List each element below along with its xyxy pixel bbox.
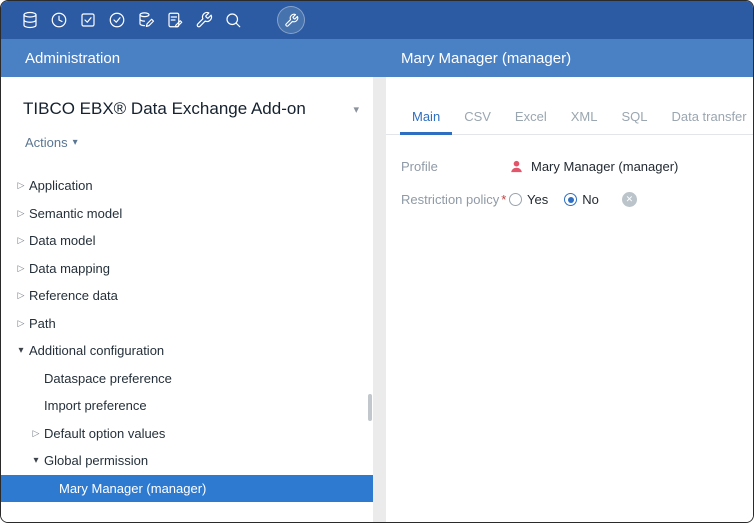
tree-item-path[interactable]: ▷Path (1, 310, 373, 338)
history-icon[interactable] (50, 11, 68, 29)
required-marker: * (501, 192, 506, 207)
main-panel: MainCSVExcelXMLSQLData transfer Profile … (386, 77, 753, 522)
profile-value: Mary Manager (manager) (531, 159, 678, 174)
content-area: TIBCO EBX® Data Exchange Add-on Actions … (1, 77, 753, 522)
tree-item-dataspace-preference[interactable]: Dataspace preference (1, 365, 373, 393)
chevron-collapsed-icon[interactable]: ▷ (13, 235, 29, 246)
radio-label: Yes (527, 192, 548, 207)
tree-item-label: Reference data (29, 288, 118, 303)
check-circle-icon[interactable] (108, 11, 126, 29)
profile-row: Profile Mary Manager (manager) (401, 159, 753, 174)
tab-excel[interactable]: Excel (503, 101, 559, 134)
nav-tree: ▷Application▷Semantic model▷Data model▷D… (1, 172, 373, 502)
tree-item-data-mapping[interactable]: ▷Data mapping (1, 255, 373, 283)
tree-item-label: Data model (29, 233, 95, 248)
radio-label: No (582, 192, 599, 207)
header-bar: Administration Mary Manager (manager) (1, 39, 753, 77)
tree-item-reference-data[interactable]: ▷Reference data (1, 282, 373, 310)
wrench-icon (284, 13, 299, 28)
profile-value-group: Mary Manager (manager) (509, 159, 678, 174)
restriction-options: Yes No (509, 192, 599, 207)
record-form: Profile Mary Manager (manager) Restricti… (386, 135, 753, 207)
tree-item-application[interactable]: ▷Application (1, 172, 373, 200)
profile-icon (509, 159, 524, 174)
search-icon[interactable] (224, 11, 242, 29)
chevron-expanded-icon[interactable]: ▾ (28, 455, 44, 466)
chevron-collapsed-icon[interactable]: ▷ (13, 318, 29, 329)
module-title: TIBCO EBX® Data Exchange Add-on (23, 99, 306, 119)
chevron-collapsed-icon[interactable]: ▷ (13, 208, 29, 219)
module-selector[interactable]: TIBCO EBX® Data Exchange Add-on (1, 77, 373, 119)
radio-circle-icon (564, 193, 577, 206)
chevron-collapsed-icon[interactable]: ▷ (13, 290, 29, 301)
restriction-policy-label: Restriction policy* (401, 192, 509, 207)
tree-item-data-model[interactable]: ▷Data model (1, 227, 373, 255)
tab-sql[interactable]: SQL (609, 101, 659, 134)
sidebar-scrollbar[interactable] (368, 394, 372, 421)
tree-item-label: Mary Manager (manager) (59, 481, 206, 496)
tree-item-semantic-model[interactable]: ▷Semantic model (1, 200, 373, 228)
radio-circle-icon (509, 193, 522, 206)
restriction-policy-value: Yes No (509, 192, 637, 207)
top-toolbar (1, 1, 753, 39)
chevron-expanded-icon[interactable]: ▾ (13, 345, 29, 356)
restriction-policy-label-text: Restriction policy (401, 192, 499, 207)
tab-bar: MainCSVExcelXMLSQLData transfer (386, 101, 753, 135)
chevron-collapsed-icon[interactable]: ▷ (13, 180, 29, 191)
chevron-collapsed-icon[interactable]: ▷ (28, 428, 44, 439)
tree-item-label: Application (29, 178, 93, 193)
tab-main[interactable]: Main (400, 101, 452, 135)
tree-item-label: Data mapping (29, 261, 110, 276)
radio-no[interactable]: No (564, 192, 599, 207)
tree-item-label: Semantic model (29, 206, 122, 221)
tree-item-label: Default option values (44, 426, 165, 441)
checkbox-icon[interactable] (79, 11, 97, 29)
tree-item-label: Dataspace preference (44, 371, 172, 386)
tree-item-label: Global permission (44, 453, 148, 468)
active-tool-button[interactable] (277, 6, 305, 34)
chevron-collapsed-icon[interactable]: ▷ (13, 263, 29, 274)
tab-csv[interactable]: CSV (452, 101, 503, 134)
tree-item-import-preference[interactable]: Import preference (1, 392, 373, 420)
actions-label: Actions (25, 135, 68, 150)
actions-menu-button[interactable]: Actions (25, 135, 78, 150)
tab-data-transfer[interactable]: Data transfer (659, 101, 754, 134)
tree-item-mary-manager-manager[interactable]: Mary Manager (manager) (1, 475, 373, 503)
chevron-down-icon (73, 137, 78, 148)
chevron-down-icon[interactable] (353, 103, 359, 116)
tree-item-global-permission[interactable]: ▾Global permission (1, 447, 373, 475)
tree-item-default-option-values[interactable]: ▷Default option values (1, 420, 373, 448)
page-title: Administration (1, 39, 373, 77)
tree-item-additional-configuration[interactable]: ▾Additional configuration (1, 337, 373, 365)
app-window: Administration Mary Manager (manager) TI… (0, 0, 754, 523)
record-title: Mary Manager (manager) (386, 39, 753, 77)
radio-yes[interactable]: Yes (509, 192, 548, 207)
tree-item-label: Path (29, 316, 56, 331)
database-edit-icon[interactable] (137, 11, 155, 29)
toolbar-icons (21, 11, 242, 29)
clipboard-edit-icon[interactable] (166, 11, 184, 29)
wrench-icon[interactable] (195, 11, 213, 29)
restriction-policy-row: Restriction policy* Yes No (401, 192, 753, 207)
tree-item-label: Additional configuration (29, 343, 164, 358)
clear-icon[interactable] (622, 192, 637, 207)
header-divider (373, 39, 386, 77)
profile-label: Profile (401, 159, 509, 174)
tree-item-label: Import preference (44, 398, 147, 413)
database-icon[interactable] (21, 11, 39, 29)
sidebar: TIBCO EBX® Data Exchange Add-on Actions … (1, 77, 373, 522)
panel-divider (373, 77, 386, 522)
tab-xml[interactable]: XML (559, 101, 610, 134)
